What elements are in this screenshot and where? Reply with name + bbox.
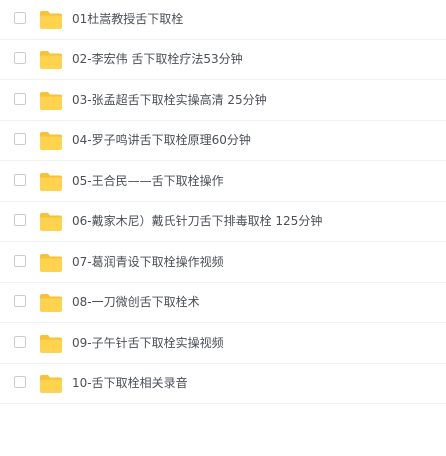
folder-icon	[40, 254, 62, 272]
list-item[interactable]: 10-舌下取栓相关录音	[0, 364, 446, 404]
file-name[interactable]: 09-子午针舌下取栓实操视频	[72, 324, 224, 362]
row-checkbox[interactable]	[14, 214, 26, 226]
list-item[interactable]: 02-李宏伟 舌下取栓疗法53分钟	[0, 40, 446, 80]
list-item[interactable]: 03-张孟超舌下取栓实操高清 25分钟	[0, 81, 446, 121]
row-checkbox[interactable]	[14, 93, 26, 105]
list-item[interactable]: 01杜嵩教授舌下取栓	[0, 0, 446, 40]
folder-icon	[40, 51, 62, 69]
folder-icon	[40, 213, 62, 231]
folder-icon	[40, 11, 62, 29]
file-name[interactable]: 06-戴家木尼）戴氏针刀舌下排毒取栓 125分钟	[72, 202, 322, 240]
row-checkbox[interactable]	[14, 255, 26, 267]
row-checkbox[interactable]	[14, 12, 26, 24]
file-name[interactable]: 02-李宏伟 舌下取栓疗法53分钟	[72, 40, 243, 78]
row-checkbox[interactable]	[14, 376, 26, 388]
folder-icon	[40, 294, 62, 312]
row-checkbox[interactable]	[14, 133, 26, 145]
file-name[interactable]: 01杜嵩教授舌下取栓	[72, 0, 183, 38]
file-name[interactable]: 03-张孟超舌下取栓实操高清 25分钟	[72, 81, 267, 119]
list-item[interactable]: 09-子午针舌下取栓实操视频	[0, 324, 446, 364]
row-checkbox[interactable]	[14, 336, 26, 348]
folder-icon	[40, 173, 62, 191]
folder-icon	[40, 132, 62, 150]
list-item[interactable]: 04-罗子鸣讲舌下取栓原理60分钟	[0, 121, 446, 161]
list-item[interactable]: 07-葛润青设下取栓操作视频	[0, 243, 446, 283]
folder-icon	[40, 335, 62, 353]
folder-icon	[40, 92, 62, 110]
file-list: 01杜嵩教授舌下取栓 02-李宏伟 舌下取栓疗法53分钟 03-张孟超舌下取栓实…	[0, 0, 446, 456]
file-name[interactable]: 05-王合民——舌下取栓操作	[72, 162, 224, 200]
list-item[interactable]: 05-王合民——舌下取栓操作	[0, 162, 446, 202]
file-name[interactable]: 04-罗子鸣讲舌下取栓原理60分钟	[72, 121, 251, 159]
file-name[interactable]: 07-葛润青设下取栓操作视频	[72, 243, 224, 281]
list-item[interactable]: 06-戴家木尼）戴氏针刀舌下排毒取栓 125分钟	[0, 202, 446, 242]
row-checkbox[interactable]	[14, 174, 26, 186]
row-checkbox[interactable]	[14, 295, 26, 307]
folder-icon	[40, 375, 62, 393]
file-name[interactable]: 10-舌下取栓相关录音	[72, 364, 188, 402]
row-checkbox[interactable]	[14, 52, 26, 64]
file-name[interactable]: 08-一刀微创舌下取栓术	[72, 283, 200, 321]
list-item[interactable]: 08-一刀微创舌下取栓术	[0, 283, 446, 323]
